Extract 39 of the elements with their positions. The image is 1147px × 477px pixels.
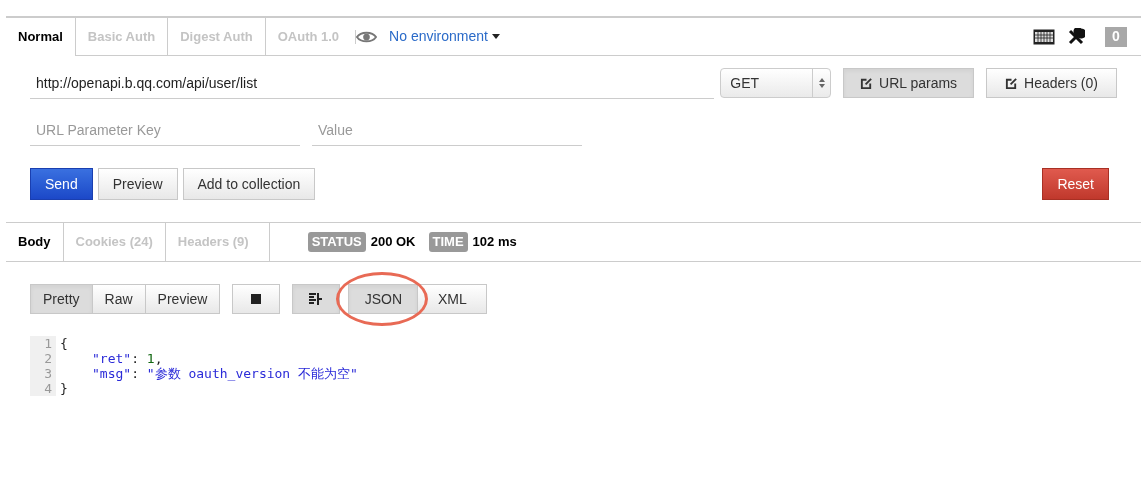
code-line: { — [59, 336, 68, 351]
response-tab[interactable]: Body — [6, 222, 63, 263]
view-mode-button[interactable]: Preview — [144, 284, 221, 314]
edit-icon — [1005, 76, 1019, 90]
format-button[interactable]: JSON — [348, 284, 419, 314]
square-icon — [250, 293, 263, 305]
code-line: "ret": 1, — [91, 351, 163, 366]
fullscreen-button[interactable] — [232, 284, 281, 314]
line-number: 4 — [30, 381, 56, 396]
param-key-field[interactable]: URL Parameter Key — [30, 114, 300, 146]
wrap-button[interactable] — [292, 284, 341, 314]
code-line: "msg": "参数 oauth_version 不能为空" — [91, 366, 358, 381]
environment-dropdown[interactable]: No environment — [389, 26, 500, 47]
request-option-button[interactable]: URL params — [843, 68, 975, 98]
param-value-field[interactable]: Value — [312, 114, 582, 146]
line-number: 3 — [30, 366, 56, 381]
method-select[interactable]: GET — [720, 68, 832, 98]
keyboard-icon[interactable] — [1033, 28, 1055, 45]
view-mode-button[interactable]: Raw — [91, 284, 146, 314]
edit-icon — [860, 76, 874, 90]
view-mode-button[interactable]: Pretty — [30, 284, 93, 314]
caret-icon — [491, 34, 500, 39]
url-field[interactable]: http://openapi.b.qq.com/api/user/list — [30, 67, 715, 99]
status-value: 200 OK — [370, 233, 416, 252]
line-number: 2 — [30, 351, 56, 366]
line-number: 1 — [30, 336, 56, 351]
request-option-button[interactable]: Headers (0) — [986, 68, 1117, 98]
time-label: TIME — [428, 232, 468, 252]
count-badge: 0 — [1105, 26, 1127, 47]
send-button[interactable]: Send — [30, 168, 93, 200]
eye-icon[interactable] — [355, 29, 378, 44]
action-button[interactable]: Add to collection — [182, 168, 316, 200]
align-icon — [308, 292, 325, 306]
action-button[interactable]: Preview — [97, 168, 178, 200]
format-button[interactable]: XML — [417, 284, 488, 314]
reset-button[interactable]: Reset — [1042, 168, 1109, 200]
status-label: STATUS — [307, 232, 366, 252]
time-value: 102 ms — [472, 233, 517, 252]
code-line: } — [59, 381, 68, 396]
